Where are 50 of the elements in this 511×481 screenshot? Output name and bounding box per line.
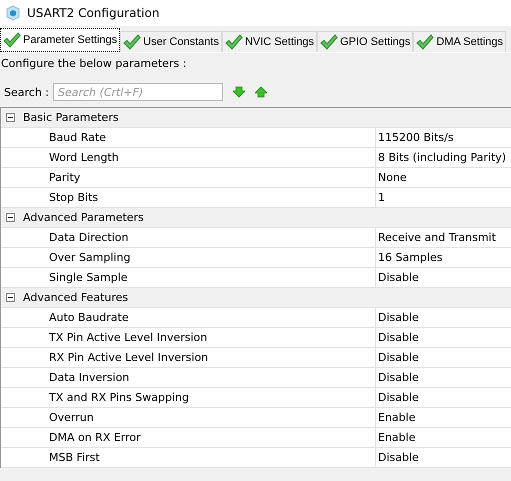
parameter-value[interactable]: 1	[376, 188, 385, 207]
parameter-value[interactable]: Disable	[376, 328, 419, 347]
parameter-name: Baud Rate	[1, 128, 376, 147]
tab[interactable]: User Constants	[120, 31, 222, 52]
parameter-name: Overrun	[1, 408, 376, 427]
instruction-text: Configure the below parameters :	[0, 56, 188, 72]
parameter-value[interactable]: 115200 Bits/s	[376, 128, 454, 147]
checkmark-icon	[123, 34, 142, 50]
collapse-toggle-icon[interactable]	[6, 293, 15, 302]
checkmark-icon	[3, 32, 21, 48]
parameter-value[interactable]: 8 Bits (including Parity)	[376, 148, 506, 167]
parameter-name: DMA on RX Error	[1, 428, 376, 447]
parameter-value[interactable]: Disable	[376, 348, 419, 367]
parameter-name: Data Direction	[1, 228, 376, 247]
down-arrow-icon[interactable]	[233, 86, 245, 98]
checkmark-icon	[320, 34, 338, 50]
parameter-name: Parity	[1, 168, 376, 187]
parameter-value[interactable]: Enable	[376, 408, 416, 427]
cube-icon	[5, 5, 21, 21]
parameter-name: Auto Baudrate	[1, 308, 376, 327]
parameter-name: Over Sampling	[1, 248, 376, 267]
parameter-name: Stop Bits	[1, 188, 376, 207]
checkmark-icon	[224, 34, 243, 50]
parameter-name: TX and RX Pins Swapping	[1, 388, 376, 407]
parameter-name: Data Inversion	[1, 368, 376, 387]
parameter-name: Single Sample	[1, 268, 376, 287]
parameter-value[interactable]: 16 Samples	[376, 248, 442, 267]
checkmark-icon	[416, 34, 434, 50]
parameter-value[interactable]: Receive and Transmit	[376, 228, 496, 247]
collapse-toggle-icon[interactable]	[6, 113, 15, 122]
parameter-value[interactable]: Disable	[376, 308, 419, 327]
parameter-name: RX Pin Active Level Inversion	[1, 348, 376, 367]
parameter-value[interactable]: Disable	[376, 368, 419, 387]
tab[interactable]: Parameter Settings	[0, 28, 120, 52]
up-arrow-icon[interactable]	[255, 86, 267, 98]
parameter-value[interactable]: Disable	[376, 388, 419, 407]
tab[interactable]: DMA Settings	[413, 31, 506, 52]
parameter-value[interactable]: None	[376, 168, 407, 187]
search-label: Search :	[4, 86, 49, 98]
parameter-value[interactable]: Enable	[376, 428, 416, 447]
parameter-value[interactable]: Disable	[376, 268, 419, 287]
tab[interactable]: NVIC Settings	[222, 31, 318, 52]
search-field[interactable]: Search (Crtl+F)	[53, 83, 223, 101]
collapse-toggle-icon[interactable]	[6, 213, 15, 222]
parameter-value[interactable]: Disable	[376, 448, 419, 467]
tab[interactable]: GPIO Settings	[317, 31, 414, 52]
parameter-name: Word Length	[1, 148, 376, 167]
parameter-name: MSB First	[1, 448, 376, 467]
parameter-name: TX Pin Active Level Inversion	[1, 328, 376, 347]
window-title: USART2 Configuration	[27, 6, 160, 20]
